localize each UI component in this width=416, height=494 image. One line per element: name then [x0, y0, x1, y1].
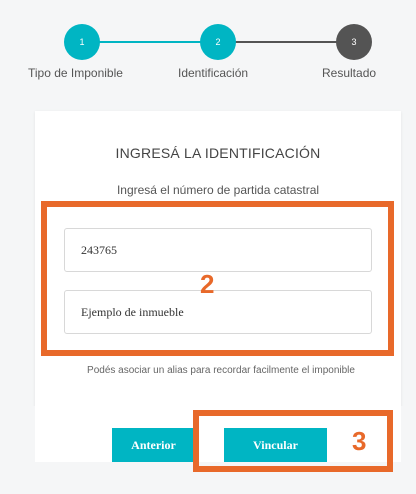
step-3-number: 3 — [351, 37, 357, 47]
step-2-circle[interactable]: 2 — [200, 24, 236, 60]
step-2-number: 2 — [215, 37, 221, 47]
step-line-pending — [230, 41, 350, 43]
step-3-label: Resultado — [322, 66, 377, 80]
step-line-done — [84, 41, 210, 43]
annotation-box-2 — [41, 201, 394, 356]
step-1-circle[interactable]: 1 — [64, 24, 100, 60]
stepper: 1 2 3 Tipo de Imponible Identificación R… — [0, 0, 416, 100]
step-1-label: Tipo de Imponible — [28, 66, 123, 80]
annotation-number-2: 2 — [200, 269, 215, 299]
anterior-button[interactable]: Anterior — [112, 428, 195, 462]
step-1-number: 1 — [79, 37, 85, 47]
form-title: INGRESÁ LA IDENTIFICACIÓN — [115, 145, 321, 161]
form-subtitle: Ingresá el número de partida catastral — [116, 183, 320, 197]
alias-hint: Podés asociar un alias para recordar fac… — [87, 365, 355, 376]
annotation-number-3: 3 — [352, 426, 367, 456]
step-3-circle: 3 — [336, 24, 372, 60]
step-2-label: Identificación — [178, 66, 249, 80]
